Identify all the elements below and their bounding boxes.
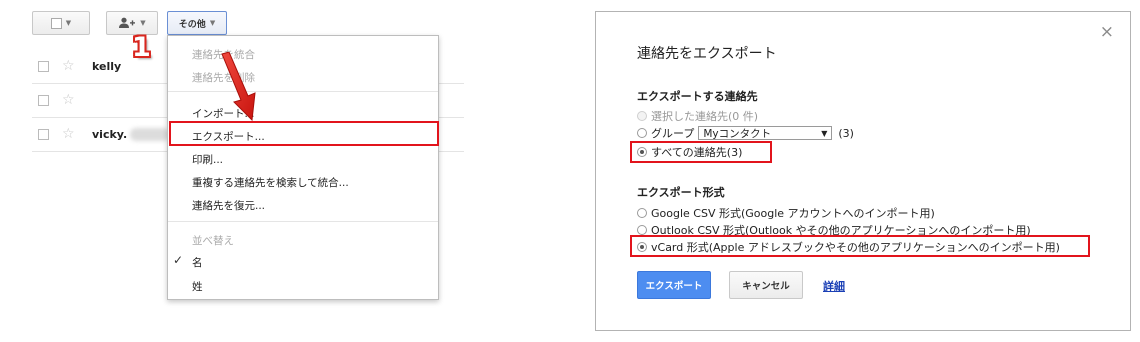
option-selected-contacts[interactable]: 選択した連絡先(0 件) <box>637 109 758 123</box>
radio-selected-contacts[interactable] <box>637 111 647 121</box>
option-group[interactable]: グループ Myコンタクト ▼ (3) <box>637 126 854 140</box>
select-checkbox-button[interactable]: ▼ <box>32 11 90 35</box>
group-select-value: Myコンタクト <box>703 127 772 140</box>
star-icon[interactable]: ☆ <box>62 126 75 142</box>
chevron-down-icon: ▼ <box>140 19 146 27</box>
details-link[interactable]: 詳細 <box>823 278 845 294</box>
export-highlight-box <box>169 121 439 146</box>
vcard-highlight-box <box>630 235 1090 257</box>
chevron-down-icon: ▼ <box>821 128 828 138</box>
cancel-button[interactable]: キャンセル <box>729 271 803 299</box>
menu-item-find-duplicates[interactable]: 重複する連絡先を検索して統合... <box>192 175 349 190</box>
star-icon[interactable]: ☆ <box>62 58 75 74</box>
export-button[interactable]: エクスポート <box>637 271 711 299</box>
menu-divider <box>168 91 438 92</box>
row-checkbox[interactable] <box>38 129 49 140</box>
export-dialog: × 連絡先をエクスポート エクスポートする連絡先 選択した連絡先(0 件) グル… <box>595 11 1131 331</box>
radio-outlook-csv[interactable] <box>637 225 647 235</box>
contact-name: kelly <box>92 60 122 73</box>
menu-item-sort-last-name[interactable]: 姓 <box>192 279 203 294</box>
more-actions-label: その他 <box>178 19 206 30</box>
dialog-title: 連絡先をエクスポート <box>637 46 777 62</box>
radio-google-csv[interactable] <box>637 208 647 218</box>
menu-item-restore[interactable]: 連絡先を復元... <box>192 198 265 213</box>
all-contacts-highlight-box <box>630 141 772 163</box>
option-group-label: グループ <box>651 127 695 140</box>
add-person-icon <box>119 17 136 28</box>
radio-group[interactable] <box>637 128 647 138</box>
group-count: (3) <box>838 126 854 140</box>
checkbox-icon <box>50 17 62 29</box>
chevron-down-icon: ▼ <box>65 19 72 27</box>
contacts-section-heading: エクスポートする連絡先 <box>637 90 758 103</box>
option-selected-label: 選択した連絡先(0 件) <box>651 110 759 123</box>
option-google-label: Google CSV 形式(Google アカウントへのインポート用) <box>651 207 935 220</box>
menu-sort-header: 並べ替え <box>192 235 234 247</box>
menu-item-sort-first-name[interactable]: 名 <box>192 255 203 270</box>
close-icon[interactable]: × <box>1100 22 1114 42</box>
option-google-csv[interactable]: Google CSV 形式(Google アカウントへのインポート用) <box>637 206 935 220</box>
format-section-heading: エクスポート形式 <box>637 186 725 199</box>
row-checkbox[interactable] <box>38 95 49 106</box>
step-number-1: 1 <box>132 32 151 63</box>
check-icon: ✓ <box>173 253 184 267</box>
star-icon[interactable]: ☆ <box>62 92 75 108</box>
group-select[interactable]: Myコンタクト ▼ <box>698 126 833 140</box>
arrow-icon <box>221 52 256 122</box>
chevron-down-icon: ▼ <box>209 19 216 27</box>
menu-divider <box>168 221 438 222</box>
more-actions-menu: 連絡先を統合 連絡先を削除 インポート... エクスポート... 印刷... 重… <box>167 35 439 300</box>
more-actions-button[interactable]: その他 ▼ <box>167 11 227 35</box>
contact-name: vicky. <box>92 128 128 141</box>
row-checkbox[interactable] <box>38 61 49 72</box>
menu-item-print[interactable]: 印刷... <box>192 152 223 167</box>
redacted-email <box>130 128 170 141</box>
